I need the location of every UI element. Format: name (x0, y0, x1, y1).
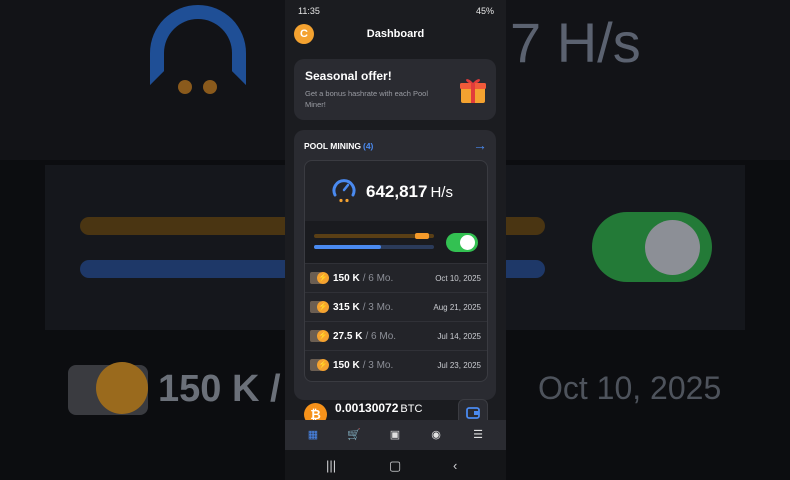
home-icon[interactable]: ▢ (389, 458, 401, 474)
miner-amount: 315 K/ 3 Mo. (333, 302, 394, 313)
miner-row[interactable]: ⚡ 27.5 K/ 6 Mo. Jul 14, 2025 (305, 321, 487, 351)
miner-amount: 150 K/ 3 Mo. (333, 360, 394, 371)
pool-count: (4) (363, 141, 374, 151)
coin-icon[interactable]: ◉ (428, 428, 444, 442)
bg-bolt-icon (96, 362, 148, 414)
miner-date: Jul 14, 2025 (437, 332, 481, 341)
miner-date: Jul 23, 2025 (437, 361, 481, 370)
bottom-nav: ▦ 🛒 ▣ ◉ ☰ (285, 420, 506, 450)
pool-mining-panel: 642,817 H/s ⚡ 150 K/ 6 Mo. Oct 10, 2025 ⚡… (304, 160, 488, 382)
bg-amount: 150 K / (158, 368, 281, 410)
mining-controls (305, 221, 487, 263)
system-nav-bar: ||| ▢ ‹ (285, 450, 506, 480)
miner-row[interactable]: ⚡ 315 K/ 3 Mo. Aug 21, 2025 (305, 292, 487, 322)
bg-date: Oct 10, 2025 (538, 370, 722, 406)
offer-text: Get a bonus hashrate with each Pool Mine… (305, 89, 428, 109)
pool-mining-header: POOL MINING (4) (304, 141, 374, 151)
miner-date: Aug 21, 2025 (433, 303, 481, 312)
miner-row[interactable]: ⚡ 150 K/ 3 Mo. Jul 23, 2025 (305, 350, 487, 380)
bolt-icon: ⚡ (317, 301, 329, 313)
back-icon[interactable]: ‹ (453, 458, 457, 473)
app-bar: C Dashboard (285, 22, 506, 46)
miner-row[interactable]: ⚡ 150 K/ 6 Mo. Oct 10, 2025 (305, 263, 487, 293)
cart-icon[interactable]: 🛒 (346, 428, 362, 442)
status-time: 11:35 (298, 6, 320, 16)
blue-progress-fill (314, 245, 382, 249)
menu-icon[interactable]: ☰ (470, 428, 486, 442)
bg-dot (203, 80, 217, 94)
wallet-icon[interactable]: ▣ (387, 428, 403, 442)
gift-icon (460, 79, 486, 103)
recent-apps-icon[interactable]: ||| (326, 458, 336, 473)
status-battery: 45% (475, 6, 494, 16)
bolt-icon: ⚡ (317, 330, 329, 342)
grid-icon[interactable]: ▦ (305, 428, 321, 442)
miner-date: Oct 10, 2025 (435, 274, 481, 283)
mining-toggle-knob[interactable] (460, 235, 475, 250)
miner-amount: 27.5 K/ 6 Mo. (333, 331, 397, 342)
status-bar: 11:35 45% (285, 0, 506, 22)
btc-balance-value: 0.00130072 BTC (335, 401, 423, 415)
speedometer-icon (332, 179, 356, 203)
bolt-icon: ⚡ (317, 359, 329, 371)
miner-amount: 150 K/ 6 Mo. (333, 273, 394, 284)
seasonal-offer-card[interactable]: Seasonal offer! Get a bonus hashrate wit… (294, 59, 496, 120)
pool-mining-card: POOL MINING (4) → 642,817 H/s ⚡ 150 K / … (294, 130, 496, 400)
bolt-icon: ⚡ (317, 272, 329, 284)
orange-progress-fill (415, 233, 430, 239)
offer-title: Seasonal offer! (305, 69, 392, 83)
hashrate-display: 642,817 H/s (366, 182, 453, 201)
phone-screen: 11:35 45% C Dashboard Seasonal offer! Ge… (285, 0, 506, 480)
btc-balance: ₿ 0.00130072 BTC (294, 392, 496, 427)
arrow-right-icon[interactable]: → (473, 137, 487, 153)
bg-dot (178, 80, 192, 94)
bg-hashrate-text: 7 H/s (510, 11, 641, 74)
page-title: Dashboard (366, 28, 425, 40)
bg-toggle-knob (645, 220, 700, 275)
